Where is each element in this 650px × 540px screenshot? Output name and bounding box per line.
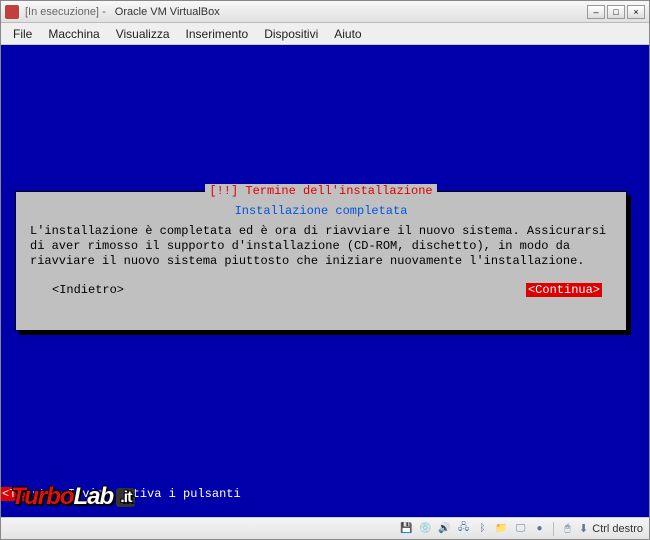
menu-file[interactable]: File: [5, 25, 40, 43]
continue-button[interactable]: <Continua>: [526, 283, 602, 297]
watermark-logo: TurboLab.it: [11, 483, 135, 511]
audio-icon[interactable]: 🔊: [437, 522, 452, 536]
close-button[interactable]: ×: [627, 5, 645, 19]
dialog-title: [!!] Termine dell'installazione: [205, 184, 436, 198]
titlebar[interactable]: [In esecuzione] - Oracle VM VirtualBox –…: [1, 1, 649, 23]
maximize-button[interactable]: □: [607, 5, 625, 19]
logo-part2: Lab: [74, 483, 114, 510]
host-key-indicator[interactable]: ⬇ Ctrl destro: [579, 522, 643, 535]
dialog-panel: [!!] Termine dell'installazione Installa…: [15, 191, 627, 331]
recording-icon[interactable]: ●: [532, 522, 547, 536]
back-button[interactable]: <Indietro>: [52, 283, 124, 297]
virtualbox-window: [In esecuzione] - Oracle VM VirtualBox –…: [0, 0, 650, 540]
logo-suffix: .it: [116, 488, 135, 507]
display-icon[interactable]: 🖵: [513, 522, 528, 536]
menu-help[interactable]: Aiuto: [326, 25, 369, 43]
window-title: [In esecuzione] - Oracle VM VirtualBox: [25, 6, 587, 18]
dialog-subtitle: Installazione completata: [16, 204, 626, 218]
window-controls: – □ ×: [587, 5, 645, 19]
usb-icon[interactable]: ᛒ: [475, 522, 490, 536]
status-separator: [553, 522, 554, 536]
app-name: Oracle VM VirtualBox: [115, 6, 220, 18]
menu-view[interactable]: Visualizza: [108, 25, 178, 43]
menu-machine[interactable]: Macchina: [40, 25, 107, 43]
hdd-icon[interactable]: 💾: [399, 522, 414, 536]
installer-dialog: [!!] Termine dell'installazione Installa…: [15, 191, 627, 331]
menu-input[interactable]: Inserimento: [178, 25, 257, 43]
dialog-button-row: <Indietro> <Continua>: [16, 269, 626, 297]
dialog-title-row: [!!] Termine dell'installazione: [16, 184, 626, 198]
logo-part1: Turbo: [11, 483, 74, 510]
vm-state-label: [In esecuzione]: [25, 6, 99, 18]
vm-display[interactable]: [!!] Termine dell'installazione Installa…: [1, 45, 649, 517]
app-icon: [5, 5, 19, 19]
optical-icon[interactable]: 💿: [418, 522, 433, 536]
statusbar: 💾 💿 🔊 🖧 ᛒ 📁 🖵 ● 🖱 ⬇ Ctrl destro: [1, 517, 649, 539]
host-key-label: Ctrl destro: [592, 523, 643, 535]
mouse-integration-icon[interactable]: 🖱: [560, 522, 575, 536]
menubar: File Macchina Visualizza Inserimento Dis…: [1, 23, 649, 45]
dialog-body: L'installazione è completata ed è ora di…: [16, 218, 626, 269]
network-icon[interactable]: 🖧: [456, 522, 471, 536]
shared-folders-icon[interactable]: 📁: [494, 522, 509, 536]
minimize-button[interactable]: –: [587, 5, 605, 19]
menu-devices[interactable]: Dispositivi: [256, 25, 326, 43]
host-key-icon: ⬇: [579, 522, 588, 535]
